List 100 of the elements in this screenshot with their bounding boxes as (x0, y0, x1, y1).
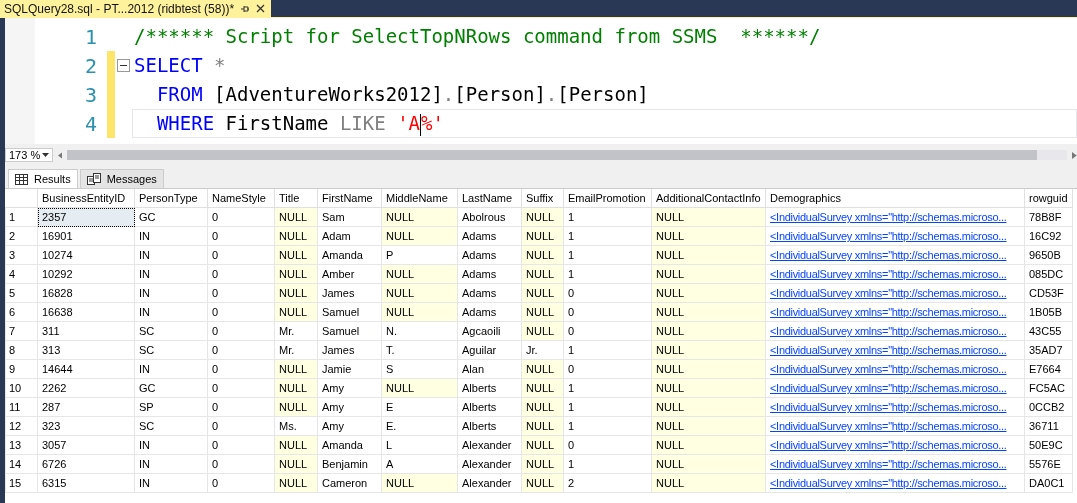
row-number[interactable]: 7 (5, 321, 38, 341)
row-number[interactable]: 15 (5, 473, 38, 493)
table-cell: 9650B (1024, 245, 1073, 265)
table-cell: Alberts (457, 416, 522, 436)
line-number: 4 (83, 111, 98, 136)
document-tab[interactable]: SQLQuery28.sql - PT...2012 (ridbtest (58))* (0, 0, 272, 17)
xml-link[interactable]: <IndividualSurvey xmlns="http://schemas.microso... (770, 344, 1007, 356)
table-cell: 311 (37, 321, 135, 341)
table-cell: Aguilar (457, 340, 522, 360)
line-number: 2 (83, 53, 98, 78)
xml-link[interactable]: <IndividualSurvey xmlns="http://schemas.microso... (770, 211, 1007, 223)
zoom-dropdown[interactable]: 173 % (5, 148, 53, 162)
table-cell: 1 (563, 264, 652, 284)
table-cell: 0 (207, 321, 275, 341)
table-cell: Amy (317, 397, 382, 417)
xml-link[interactable]: <IndividualSurvey xmlns="http://schemas.microso... (770, 268, 1007, 280)
table-cell: Adam (317, 226, 382, 246)
row-number[interactable]: 1 (5, 207, 38, 227)
scroll-right-icon[interactable] (1072, 150, 1077, 160)
table-cell: IN (134, 264, 208, 284)
row-number[interactable]: 5 (5, 283, 38, 303)
column-header[interactable]: MiddleName (381, 189, 458, 208)
table-cell: GC (134, 207, 208, 227)
column-header[interactable]: AdditionalContactInfo (651, 189, 766, 208)
row-number[interactable]: 8 (5, 340, 38, 360)
row-number[interactable]: 4 (5, 264, 38, 284)
horizontal-scrollbar[interactable] (67, 150, 1068, 160)
row-number[interactable]: 2 (5, 226, 38, 246)
table-cell: 0 (207, 359, 275, 379)
column-header[interactable]: Demographics (765, 189, 1025, 208)
row-number[interactable]: 6 (5, 302, 38, 322)
text-cursor (420, 113, 421, 136)
table-cell: 1 (563, 245, 652, 265)
xml-link[interactable]: <IndividualSurvey xmlns="http://schemas.microso... (770, 325, 1007, 337)
close-icon[interactable] (256, 4, 266, 13)
xml-link[interactable]: <IndividualSurvey xmlns="http://schemas.microso... (770, 306, 1007, 318)
column-header[interactable]: PersonType (134, 189, 208, 208)
column-header[interactable]: BusinessEntityID (37, 189, 135, 208)
column-header[interactable]: rowguid (1024, 189, 1073, 208)
table-cell: Sam (317, 207, 382, 227)
table-cell: T. (381, 340, 458, 360)
table-cell: James (317, 283, 382, 303)
table-cell: Alexander (457, 435, 522, 455)
table-cell: 0 (207, 283, 275, 303)
scroll-left-icon[interactable] (57, 150, 63, 160)
row-number[interactable]: 14 (5, 454, 38, 474)
row-number[interactable]: 13 (5, 435, 38, 455)
table-cell: Abolrous (457, 207, 522, 227)
xml-link[interactable]: <IndividualSurvey xmlns="http://schemas.microso... (770, 249, 1007, 261)
xml-link[interactable]: <IndividualSurvey xmlns="http://schemas.microso... (770, 230, 1007, 242)
xml-link[interactable]: <IndividualSurvey xmlns="http://schemas.microso... (770, 382, 1007, 394)
column-header[interactable]: Suffix (521, 189, 564, 208)
table-cell: Mr. (274, 340, 318, 360)
column-header[interactable]: LastName (457, 189, 522, 208)
row-number[interactable]: 12 (5, 416, 38, 436)
table-cell: Agcaoili (457, 321, 522, 341)
column-header[interactable]: Title (274, 189, 318, 208)
table-cell: 0 (207, 397, 275, 417)
table-cell: Adams (457, 302, 522, 322)
table-cell: 1 (563, 378, 652, 398)
table-cell: Mr. (274, 321, 318, 341)
table-cell: Jr. (521, 340, 564, 360)
pin-icon[interactable] (240, 3, 251, 14)
xml-link[interactable]: <IndividualSurvey xmlns="http://schemas.microso... (770, 287, 1007, 299)
table-cell: 1 (563, 226, 652, 246)
column-header[interactable]: NameStyle (207, 189, 275, 208)
table-cell: Samuel (317, 302, 382, 322)
table-cell: Amanda (317, 245, 382, 265)
table-cell: SP (134, 397, 208, 417)
row-number[interactable]: 9 (5, 359, 38, 379)
xml-link[interactable]: <IndividualSurvey xmlns="http://schemas.microso... (770, 477, 1007, 489)
xml-link[interactable]: <IndividualSurvey xmlns="http://schemas.microso... (770, 420, 1007, 432)
table-cell: 16C92 (1024, 226, 1073, 246)
table-cell: 2 (563, 473, 652, 493)
results-tab[interactable]: Results (8, 169, 78, 188)
table-cell: Alberts (457, 378, 522, 398)
table-cell: 10292 (37, 264, 135, 284)
column-header[interactable]: FirstName (317, 189, 382, 208)
table-cell: 78B8F (1024, 207, 1073, 227)
row-number[interactable]: 3 (5, 245, 38, 265)
table-cell: 0 (207, 378, 275, 398)
table-cell: 1B05B (1024, 302, 1073, 322)
xml-link[interactable]: <IndividualSurvey xmlns="http://schemas.microso... (770, 363, 1007, 375)
results-tab[interactable]: Messages (79, 169, 164, 188)
table-cell: 16638 (37, 302, 135, 322)
table-cell: 0 (563, 283, 652, 303)
table-cell: Alan (457, 359, 522, 379)
xml-link[interactable]: <IndividualSurvey xmlns="http://schemas.microso... (770, 458, 1007, 470)
table-cell: 0 (207, 435, 275, 455)
xml-link[interactable]: <IndividualSurvey xmlns="http://schemas.microso... (770, 439, 1007, 451)
table-cell: 14644 (37, 359, 135, 379)
table-cell: Ms. (274, 416, 318, 436)
row-number[interactable]: 10 (5, 378, 38, 398)
xml-link[interactable]: <IndividualSurvey xmlns="http://schemas.microso... (770, 401, 1007, 413)
collapse-icon[interactable] (117, 59, 130, 72)
table-cell: FC5AC (1024, 378, 1073, 398)
table-cell: Alexander (457, 473, 522, 493)
row-number[interactable]: 11 (5, 397, 38, 417)
column-header[interactable]: EmailPromotion (563, 189, 652, 208)
table-cell: 0 (207, 226, 275, 246)
